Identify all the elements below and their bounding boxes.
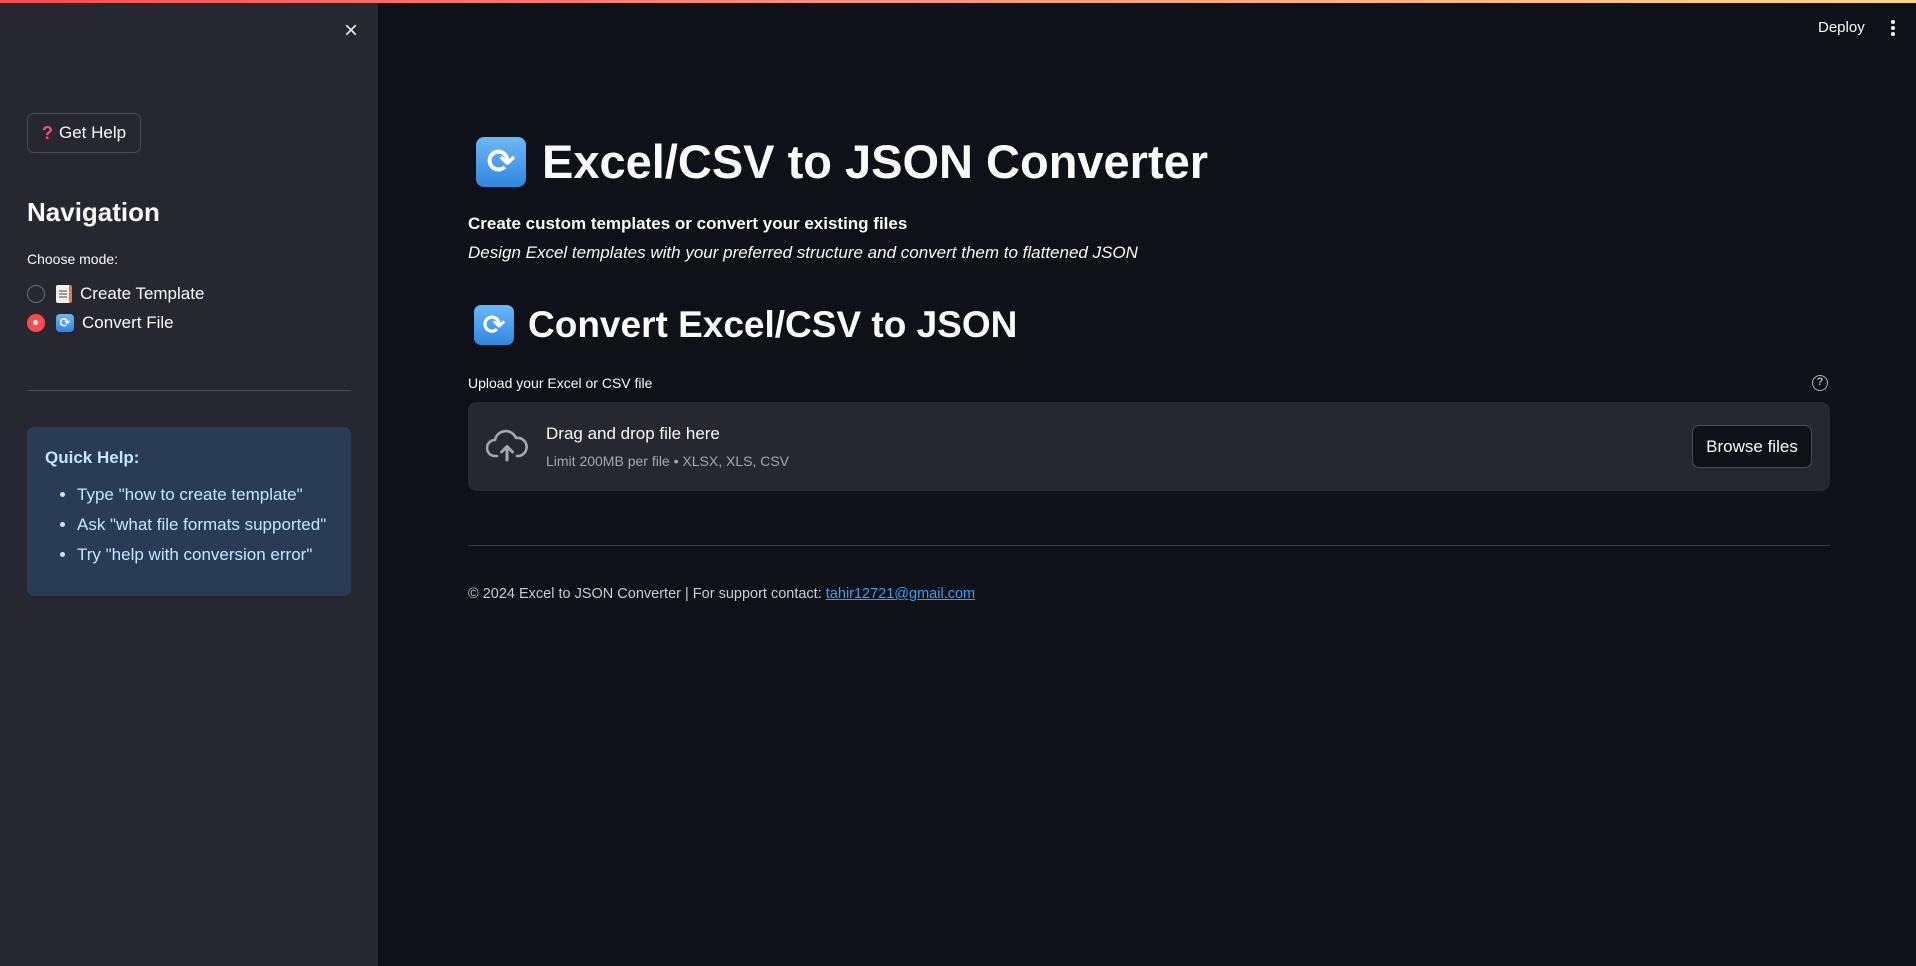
navigation-heading: Navigation [27, 197, 160, 227]
radio-label-create-template: Create Template [80, 284, 205, 303]
top-decoration-stripe [0, 0, 1916, 3]
page-description: Design Excel templates with your preferr… [468, 243, 1138, 262]
quick-help-box: Quick Help: Type "how to create template… [27, 427, 351, 596]
refresh-icon: ⟳ [474, 305, 514, 345]
refresh-icon: ⟳ [56, 314, 74, 332]
sidebar: × ? Get Help Navigation Choose mode: Cre… [0, 0, 378, 966]
app-root: × ? Get Help Navigation Choose mode: Cre… [0, 0, 1916, 966]
footer-text: © 2024 Excel to JSON Converter | For sup… [468, 586, 826, 602]
choose-mode-label: Choose mode: [27, 251, 119, 267]
section-title: ⟳ Convert Excel/CSV to JSON [474, 304, 1017, 346]
question-mark-icon: ? [42, 122, 53, 143]
upload-label: Upload your Excel or CSV file [468, 375, 653, 391]
deploy-button[interactable]: Deploy [1818, 19, 1865, 36]
cloud-upload-icon [486, 429, 528, 462]
radio-button-unchecked[interactable] [27, 285, 45, 303]
dropzone-text: Drag and drop file here Limit 200MB per … [546, 424, 789, 469]
dropzone-limit: Limit 200MB per file • XLSX, XLS, CSV [546, 453, 790, 469]
quick-help-item: Type "how to create template" [77, 484, 333, 505]
sidebar-divider [27, 390, 351, 391]
dropzone-instruction: Drag and drop file here [546, 424, 720, 443]
radio-option-create-template[interactable]: Create Template [27, 283, 204, 305]
get-help-label: Get Help [59, 123, 127, 142]
get-help-button[interactable]: ? Get Help [27, 113, 142, 153]
radio-option-convert-file[interactable]: ⟳ Convert File [27, 312, 174, 334]
quick-help-item: Try "help with conversion error" [77, 544, 333, 565]
page-title: ⟳ Excel/CSV to JSON Converter [476, 134, 1208, 189]
browse-files-button[interactable]: Browse files [1692, 425, 1812, 468]
radio-label-convert-file: Convert File [82, 313, 174, 332]
help-tooltip-icon[interactable]: ? [1812, 375, 1828, 391]
quick-help-list: Type "how to create template" Ask "what … [45, 484, 333, 565]
quick-help-title: Quick Help: [45, 448, 140, 467]
close-sidebar-icon[interactable]: × [340, 18, 362, 44]
radio-button-checked[interactable] [27, 314, 45, 332]
page-title-text: Excel/CSV to JSON Converter [542, 135, 1209, 188]
file-dropzone[interactable]: Drag and drop file here Limit 200MB per … [468, 402, 1830, 491]
footer: © 2024 Excel to JSON Converter | For sup… [468, 586, 975, 602]
main-menu-icon[interactable] [1890, 20, 1896, 38]
quick-help-item: Ask "what file formats supported" [77, 514, 333, 535]
support-email-link[interactable]: tahir12721@gmail.com [826, 586, 975, 602]
refresh-icon: ⟳ [476, 136, 526, 187]
content-divider [468, 545, 1830, 546]
page-subtitle: Create custom templates or convert your … [468, 214, 908, 233]
section-title-text: Convert Excel/CSV to JSON [528, 304, 1018, 345]
page-icon [56, 285, 72, 303]
